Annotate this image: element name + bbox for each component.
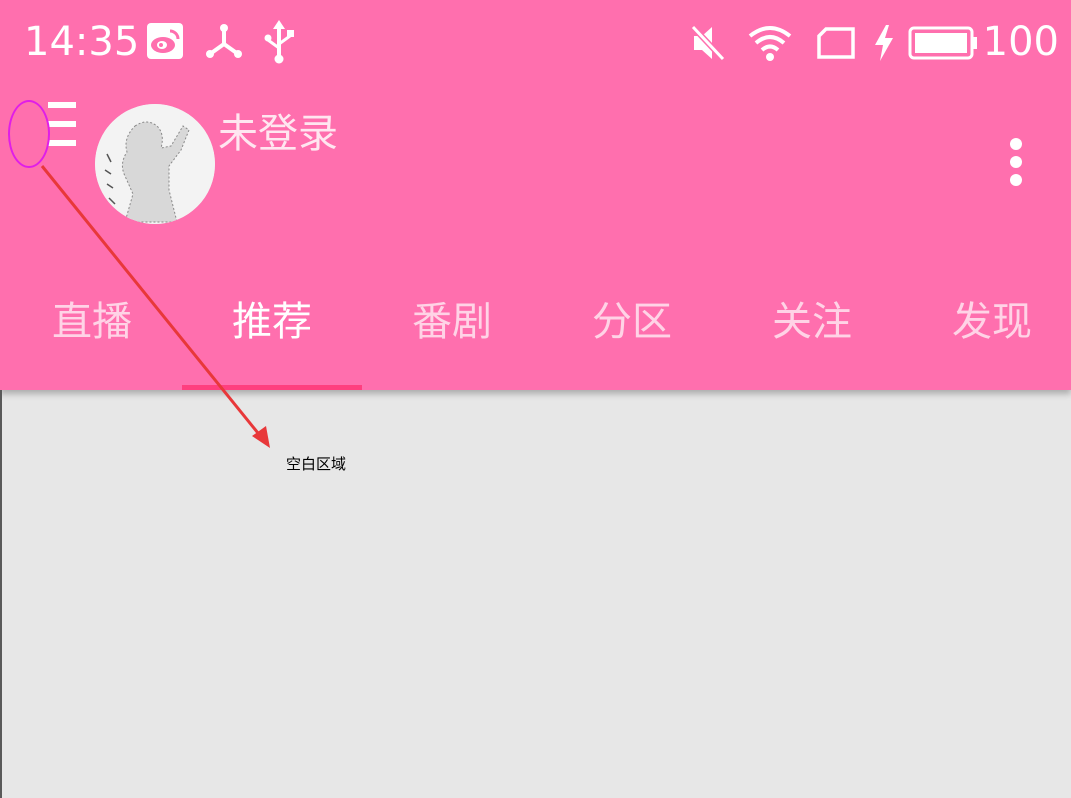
- annotation-arrow: [40, 165, 270, 448]
- annotation-label: 空白区域: [286, 455, 347, 473]
- annotation-ellipse: [8, 100, 50, 168]
- app-screen: 14:35 100 未登录 直播 推荐 番剧 分区 关注 发现 空白区域: [0, 0, 1071, 798]
